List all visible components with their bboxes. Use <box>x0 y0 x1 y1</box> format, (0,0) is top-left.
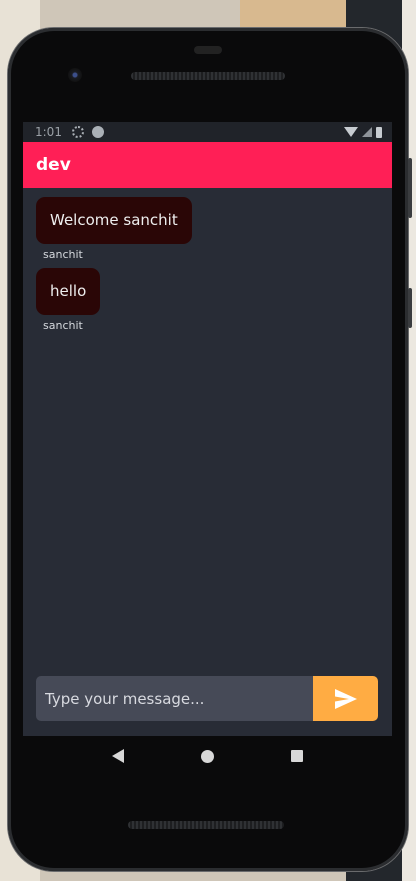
app-screen: 1:01 dev Welcome sanchit sanchit hello s… <box>23 122 392 736</box>
message-composer <box>36 676 378 721</box>
message-item: hello sanchit <box>36 268 379 333</box>
message-input[interactable] <box>36 676 313 721</box>
status-indicators <box>344 126 382 138</box>
app-icon <box>91 126 104 138</box>
status-time: 1:01 <box>35 125 62 139</box>
back-icon[interactable] <box>111 749 124 763</box>
power-button <box>408 288 412 328</box>
settings-icon <box>71 126 84 138</box>
message-sender: sanchit <box>43 248 83 261</box>
status-bar: 1:01 <box>23 122 392 142</box>
message-item: Welcome sanchit sanchit <box>36 197 379 262</box>
recents-icon[interactable] <box>291 750 304 762</box>
message-sender: sanchit <box>43 319 83 332</box>
top-speaker <box>131 72 285 80</box>
bottom-speaker <box>128 821 284 829</box>
home-icon[interactable] <box>200 749 214 763</box>
front-camera <box>68 68 82 82</box>
room-title: dev <box>36 155 71 175</box>
battery-icon <box>376 126 382 138</box>
system-nav-bar <box>23 736 392 776</box>
signal-icon <box>362 127 372 137</box>
message-bubble: hello <box>36 268 101 315</box>
send-button[interactable] <box>313 676 378 721</box>
earpiece-notch <box>194 46 222 54</box>
wifi-icon <box>344 127 358 137</box>
message-bubble: Welcome sanchit <box>36 197 192 244</box>
send-icon <box>334 688 357 709</box>
message-list: Welcome sanchit sanchit hello sanchit <box>23 188 392 333</box>
app-bar: dev <box>23 142 392 188</box>
volume-button <box>408 158 412 218</box>
